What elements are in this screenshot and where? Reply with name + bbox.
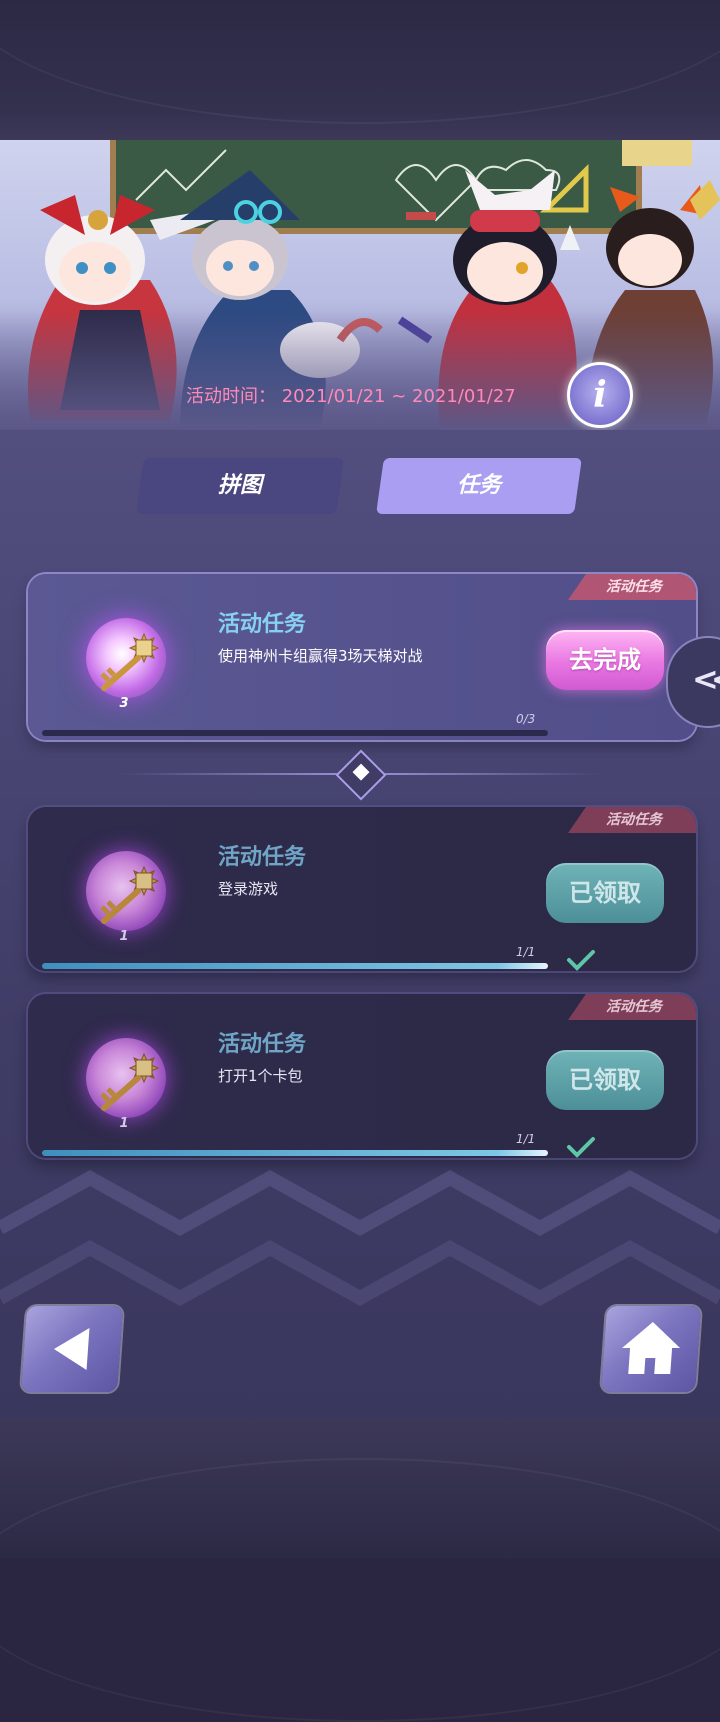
progress-bar [42,730,548,736]
event-time: 活动时间： 2021/01/21 ~ 2021/01/27 [186,382,516,408]
info-button[interactable]: i [567,362,633,428]
reward-orb [86,851,166,931]
claimed-button[interactable]: 已领取 [546,1050,664,1110]
tab-task[interactable]: 任务 [376,458,582,514]
reward-count: 3 [119,696,129,711]
progress-bar [42,1150,548,1156]
bottom-frame [0,1418,720,1722]
event-banner: 活动时间： 2021/01/21 ~ 2021/01/27 i [0,140,720,430]
home-icon [622,1322,681,1374]
key-icon [100,632,160,691]
tab-puzzle-label: 拼图 [217,473,262,498]
divider-diamond-icon [335,749,387,801]
claimed-button[interactable]: 已领取 [546,863,664,923]
key-icon [100,865,160,924]
reward-orb [86,618,166,698]
task-tag-label: 活动任务 [606,812,662,828]
task-title: 活动任务 [218,1032,307,1057]
reward-count: 1 [119,929,129,944]
task-title: 活动任务 [218,612,307,637]
double-chevron-left-icon: << [692,660,720,698]
go-complete-button[interactable]: 去完成 [546,630,664,690]
tab-task-label: 任务 [456,473,501,498]
event-time-range: 2021/01/21 ~ 2021/01/27 [281,386,516,407]
back-arrow-icon [54,1328,90,1370]
task-description: 登录游戏 [218,880,279,898]
progress-text: 1/1 [516,1132,536,1146]
top-frame [0,0,720,140]
home-button[interactable] [600,1306,702,1392]
task-card: 活动任务 3 活动任务 使用神州卡组赢得3场天梯对战 去完成 0/3 [28,574,696,740]
progress-bar [42,963,548,969]
task-tag: 活动任务 [568,807,696,833]
progress-text: 0/3 [516,712,536,726]
reward-orb [86,1038,166,1118]
key-icon [100,1052,160,1111]
task-tag-label: 活动任务 [606,999,662,1015]
task-tag-label: 活动任务 [606,579,662,595]
task-title: 活动任务 [218,845,307,870]
task-tag: 活动任务 [568,574,696,600]
task-card: 活动任务 1 活动任务 登录游戏 已领取 1/1 [28,807,696,971]
event-panel: 活动时间： 2021/01/21 ~ 2021/01/27 i 拼图 任务 活动… [0,140,720,1418]
event-time-label: 活动时间： [186,386,276,407]
tab-puzzle[interactable]: 拼图 [136,458,344,514]
progress-text: 1/1 [516,945,536,959]
task-description: 使用神州卡组赢得3场天梯对战 [218,647,423,665]
task-description: 打开1个卡包 [218,1067,303,1085]
check-icon [567,1137,595,1158]
back-button[interactable] [20,1306,124,1392]
check-icon [567,950,595,971]
task-card: 活动任务 1 活动任务 打开1个卡包 已领取 1/1 [28,994,696,1158]
task-tag: 活动任务 [568,994,696,1020]
reward-count: 1 [119,1116,129,1131]
